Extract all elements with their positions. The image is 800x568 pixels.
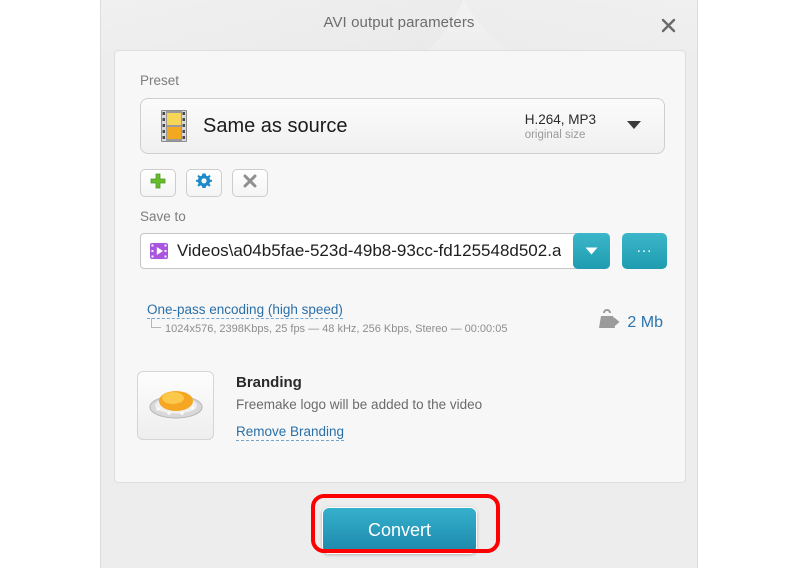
film-strip-icon xyxy=(161,110,187,142)
encoding-detail-elbow xyxy=(151,318,161,328)
preset-meta: H.264, MP3 original size xyxy=(525,112,596,141)
convert-button-label: Convert xyxy=(367,520,432,540)
save-path-input[interactable]: Videos\a04b5fae-523d-49b8-93cc-fd125548d… xyxy=(140,233,610,269)
chevron-down-icon xyxy=(626,117,642,135)
preset-codec: H.264, MP3 xyxy=(524,111,596,127)
preset-name: Same as source xyxy=(203,114,348,137)
output-size-indicator: 2 Mb xyxy=(597,309,663,336)
save-path-value: Videos\a04b5fae-523d-49b8-93cc-fd125548d… xyxy=(177,241,562,260)
preset-label: Preset xyxy=(140,73,180,88)
gear-icon xyxy=(196,173,212,194)
browse-button[interactable]: ... xyxy=(622,233,667,269)
dialog-title: AVI output parameters xyxy=(323,14,475,31)
edit-preset-button[interactable] xyxy=(186,169,222,197)
ufo-logo-icon xyxy=(148,383,204,428)
screenshot-root: AVI output parameters Preset Same as sou… xyxy=(0,0,800,568)
preset-dropdown[interactable]: Same as source H.264, MP3 original size xyxy=(140,98,665,154)
output-size-value: 2 Mb xyxy=(627,313,663,331)
preset-size-note: original size xyxy=(524,128,586,141)
output-parameters-dialog: AVI output parameters Preset Same as sou… xyxy=(100,0,698,568)
ellipsis-icon: ... xyxy=(636,239,653,256)
branding-subtitle: Freemake logo will be added to the video xyxy=(236,397,483,412)
save-to-label: Save to xyxy=(140,209,186,224)
delete-preset-button[interactable] xyxy=(232,169,268,197)
weight-export-icon xyxy=(597,309,621,336)
preset-actions-row xyxy=(140,169,268,197)
close-x-icon xyxy=(243,174,257,193)
dialog-titlebar: AVI output parameters xyxy=(101,0,697,50)
remove-branding-link[interactable]: Remove Branding xyxy=(236,424,345,441)
plus-icon xyxy=(150,173,166,194)
encoding-mode-link[interactable]: One-pass encoding (high speed) xyxy=(147,302,343,319)
add-preset-button[interactable] xyxy=(140,169,176,197)
convert-button[interactable]: Convert xyxy=(322,507,477,554)
encoding-details: 1024x576, 2398Kbps, 25 fps — 48 kHz, 256… xyxy=(165,323,508,335)
video-file-icon xyxy=(149,241,169,261)
branding-title: Branding xyxy=(236,374,302,391)
branding-thumbnail xyxy=(137,371,214,440)
parameters-panel: Preset Same as source H.264, MP3 origina… xyxy=(114,50,686,483)
chevron-down-icon xyxy=(585,242,598,260)
close-icon[interactable] xyxy=(655,12,681,38)
save-path-dropdown-button[interactable] xyxy=(573,233,610,269)
